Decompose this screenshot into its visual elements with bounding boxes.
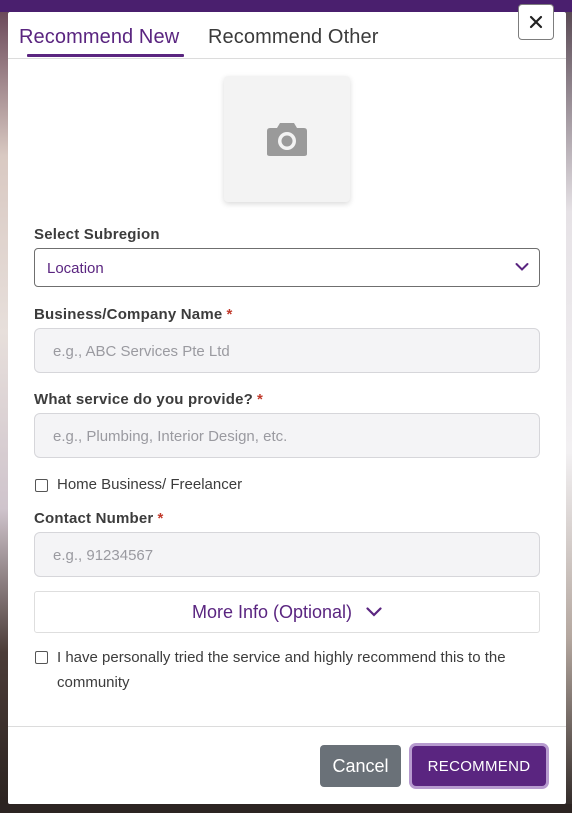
required-marker: *	[256, 391, 264, 408]
agreement-option[interactable]: I have personally tried the service and …	[35, 645, 535, 695]
tab-recommend-new[interactable]: Recommend New	[19, 26, 179, 49]
contact-number-placeholder: e.g., 91234567	[53, 547, 154, 564]
more-info-toggle[interactable]: More Info (Optional)	[34, 591, 540, 633]
tab-bar: Recommend New Recommend Other	[8, 12, 566, 59]
background-page-left	[0, 12, 8, 813]
close-button[interactable]	[518, 4, 554, 40]
required-marker: *	[226, 306, 233, 323]
subregion-label-text: Select Subregion	[34, 226, 160, 243]
photo-upload[interactable]	[224, 76, 350, 202]
home-business-option[interactable]: Home Business/ Freelancer	[35, 476, 242, 493]
service-placeholder: e.g., Plumbing, Interior Design, etc.	[53, 428, 288, 445]
agreement-checkbox[interactable]	[35, 651, 48, 664]
tab-recommend-other[interactable]: Recommend Other	[208, 26, 378, 49]
service-label-text: What service do you provide?	[34, 391, 253, 408]
footer-divider	[8, 726, 566, 727]
home-business-label: Home Business/ Freelancer	[57, 476, 243, 493]
required-marker: *	[157, 510, 164, 527]
camera-icon	[267, 123, 307, 156]
contact-number-label: Contact Number *	[34, 510, 164, 527]
contact-number-input[interactable]: e.g., 91234567	[34, 532, 540, 577]
more-info-label: More Info (Optional)	[191, 601, 353, 622]
business-name-input[interactable]: e.g., ABC Services Pte Ltd	[34, 328, 540, 373]
service-input[interactable]: e.g., Plumbing, Interior Design, etc.	[34, 413, 540, 458]
close-icon	[529, 15, 543, 29]
background-header	[0, 0, 572, 12]
subregion-label: Select Subregion	[34, 226, 160, 243]
business-name-placeholder: e.g., ABC Services Pte Ltd	[53, 343, 230, 360]
home-business-checkbox[interactable]	[35, 479, 48, 492]
chevron-down-icon	[366, 607, 382, 617]
cancel-button[interactable]: Cancel	[320, 745, 401, 787]
subregion-value: Location	[47, 260, 104, 277]
background-page-right	[566, 12, 572, 813]
recommend-button[interactable]: RECOMMEND	[412, 746, 546, 786]
background-page-bottom	[0, 804, 572, 813]
service-label: What service do you provide? *	[34, 391, 263, 408]
recommend-modal: Recommend New Recommend Other Select Sub…	[8, 12, 566, 804]
active-tab-indicator	[27, 54, 184, 57]
chevron-down-icon	[515, 263, 529, 271]
business-name-label-text: Business/Company Name	[34, 306, 223, 323]
agreement-label: I have personally tried the service and …	[57, 649, 506, 691]
contact-number-label-text: Contact Number	[34, 510, 154, 527]
subregion-select[interactable]: Location	[34, 248, 540, 287]
business-name-label: Business/Company Name *	[34, 306, 232, 323]
